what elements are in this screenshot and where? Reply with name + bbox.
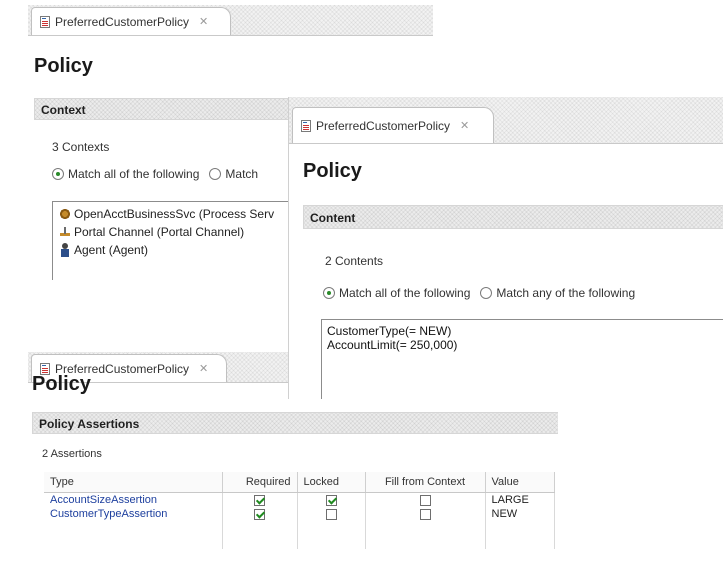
- list-item-label: OpenAcctBusinessSvc (Process Serv: [74, 207, 275, 221]
- assertion-count: 2 Assertions: [42, 448, 102, 460]
- tab-label: PreferredCustomerPolicy: [316, 118, 451, 133]
- table-row[interactable]: CustomerTypeAssertion NEW: [44, 507, 555, 521]
- service-icon: [58, 207, 72, 221]
- fill-from-context-checkbox[interactable]: [419, 494, 431, 506]
- tab-strip: PreferredCustomerPolicy ✕: [289, 97, 723, 144]
- required-checkbox[interactable]: [254, 494, 265, 506]
- editor-tab[interactable]: PreferredCustomerPolicy ✕: [292, 107, 494, 143]
- page-title: Policy: [303, 160, 362, 182]
- column-header[interactable]: Value: [485, 472, 555, 493]
- locked-checkbox[interactable]: [325, 494, 337, 506]
- tab-label: PreferredCustomerPolicy: [55, 14, 190, 29]
- assertion-value[interactable]: NEW: [485, 507, 555, 521]
- content-expression-box[interactable]: CustomerType(= NEW) AccountLimit(= 250,0…: [321, 319, 723, 399]
- match-any-label: Match: [225, 167, 259, 181]
- content-editor-panel: PreferredCustomerPolicy ✕ Policy Content…: [288, 97, 723, 399]
- close-icon[interactable]: ✕: [460, 119, 469, 132]
- table-row-empty: [44, 521, 555, 535]
- content-line: CustomerType(= NEW): [327, 324, 452, 338]
- page-title: Policy: [32, 373, 91, 395]
- content-count: 2 Contents: [325, 254, 384, 268]
- assertions-table: Type Required Locked Fill from Context V…: [44, 472, 555, 549]
- policy-file-icon: [40, 15, 50, 28]
- match-any-label: Match any of the following: [496, 286, 636, 300]
- match-all-radio[interactable]: [52, 168, 64, 180]
- column-header[interactable]: Required: [222, 472, 298, 493]
- match-radio-group: Match all of the following Match any of …: [323, 286, 635, 300]
- table-row[interactable]: AccountSizeAssertion LARGE: [44, 492, 555, 507]
- column-header[interactable]: Fill from Context: [365, 472, 486, 493]
- match-all-radio[interactable]: [323, 287, 335, 299]
- assertion-type[interactable]: AccountSizeAssertion: [44, 492, 223, 507]
- context-count: 3 Contexts: [52, 140, 110, 154]
- editor-tab[interactable]: PreferredCustomerPolicy ✕: [31, 7, 231, 35]
- match-radio-group: Match all of the following Match: [52, 167, 258, 181]
- match-all-label: Match all of the following: [339, 286, 471, 300]
- list-item-label: Agent (Agent): [74, 243, 149, 257]
- locked-checkbox[interactable]: [325, 508, 337, 520]
- agent-icon: [58, 243, 72, 257]
- tab-strip: PreferredCustomerPolicy ✕: [28, 5, 433, 36]
- assertion-value[interactable]: LARGE: [485, 492, 555, 507]
- content-line: AccountLimit(= 250,000): [327, 338, 458, 352]
- section-header[interactable]: Policy Assertions: [32, 412, 558, 434]
- required-checkbox[interactable]: [254, 508, 265, 520]
- match-all-label: Match all of the following: [68, 167, 200, 181]
- table-header-row: Type Required Locked Fill from Context V…: [44, 472, 555, 493]
- close-icon[interactable]: ✕: [199, 362, 208, 375]
- page-title: Policy: [34, 55, 93, 77]
- match-any-radio[interactable]: [480, 287, 493, 299]
- policy-file-icon: [301, 119, 311, 132]
- section-header[interactable]: Content: [303, 205, 723, 229]
- match-any-radio[interactable]: [209, 168, 222, 180]
- portal-channel-icon: [58, 225, 72, 239]
- list-item-label: Portal Channel (Portal Channel): [74, 225, 245, 239]
- assertion-type[interactable]: CustomerTypeAssertion: [44, 507, 223, 521]
- column-header[interactable]: Locked: [297, 472, 366, 493]
- fill-from-context-checkbox[interactable]: [419, 508, 431, 520]
- close-icon[interactable]: ✕: [199, 15, 208, 28]
- table-row-empty: [44, 535, 555, 549]
- column-header[interactable]: Type: [44, 472, 223, 493]
